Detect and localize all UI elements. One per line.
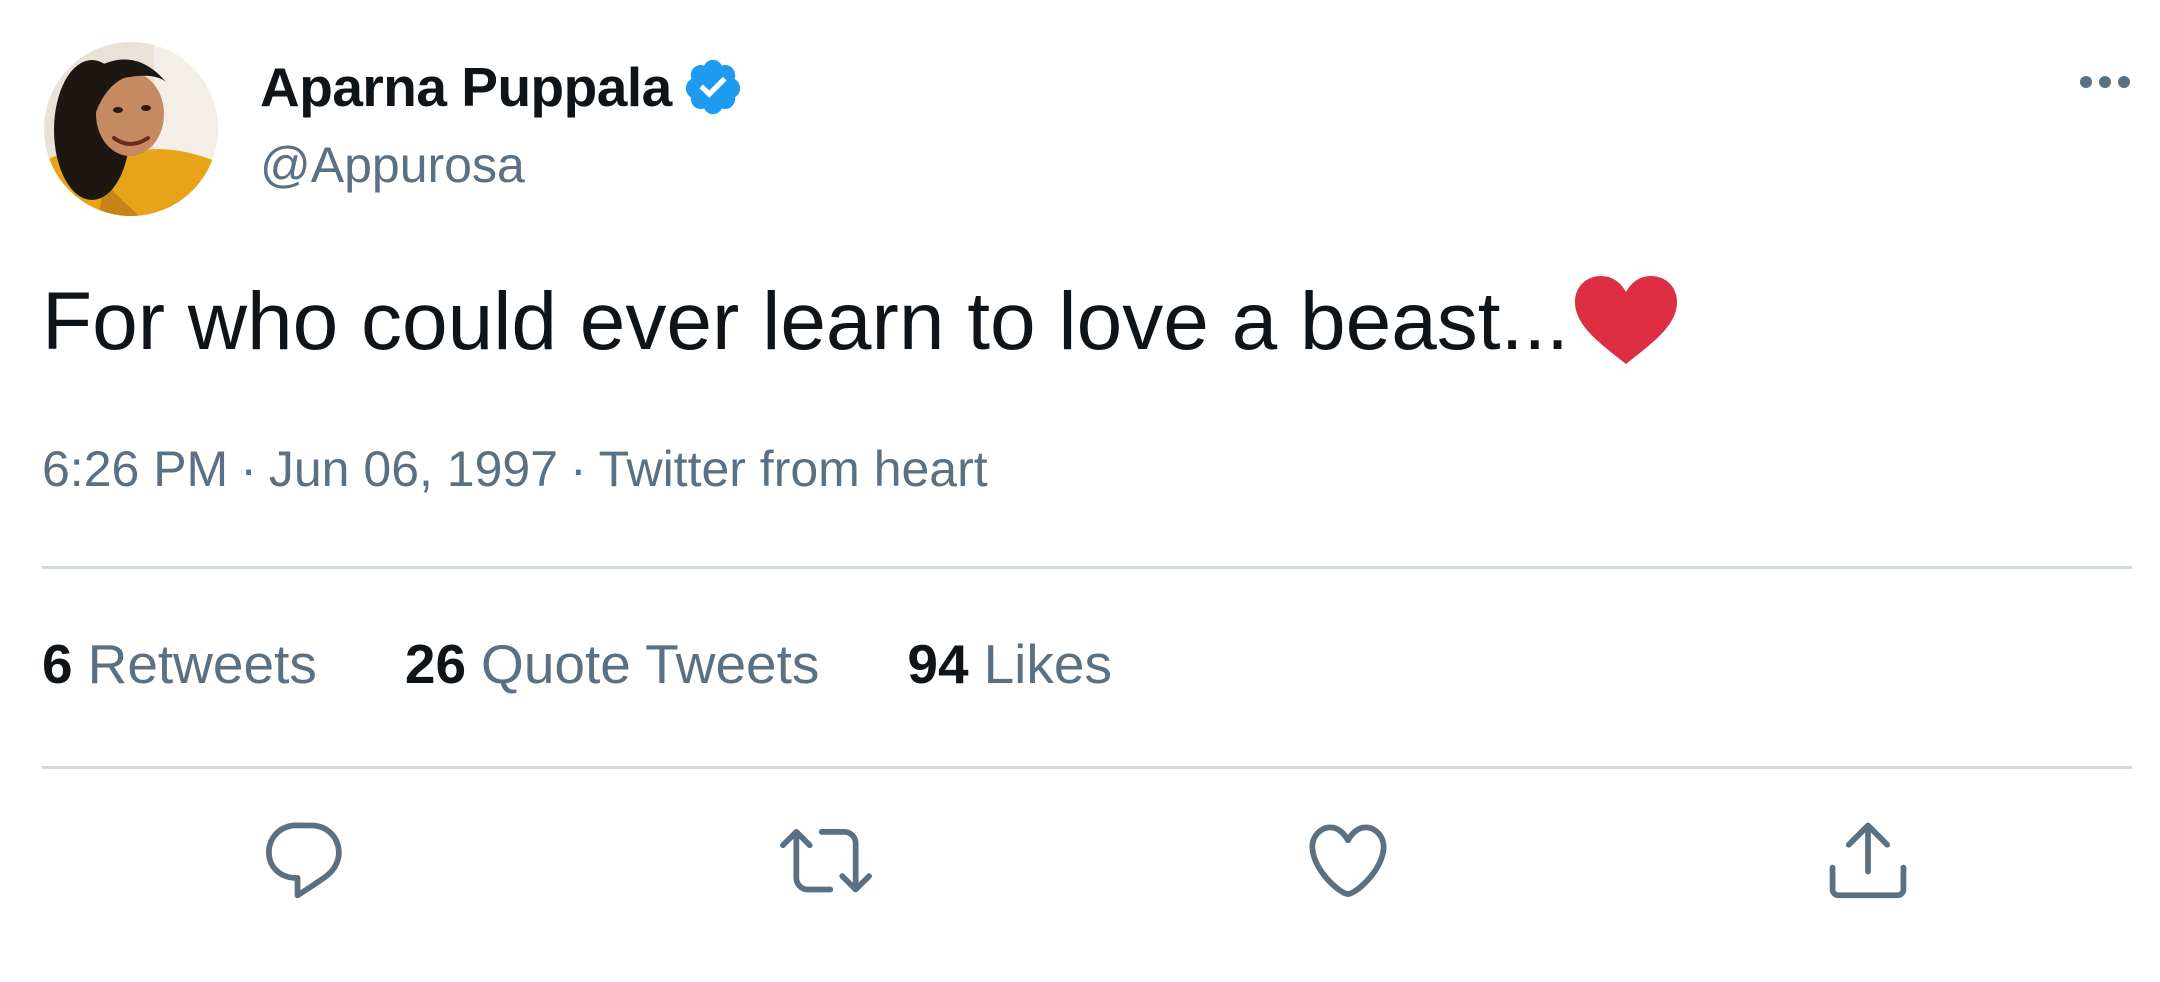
quote-tweets-label: Quote Tweets: [481, 633, 820, 695]
avatar-photo: [44, 42, 218, 216]
author-display-name[interactable]: Aparna Puppala: [260, 55, 672, 119]
share-icon: [1829, 822, 1907, 899]
tweet-time[interactable]: 6:26 PM: [42, 440, 228, 498]
red-heart-emoji-icon: [1574, 276, 1677, 364]
likes-stat[interactable]: 94 Likes: [907, 632, 1112, 696]
quote-tweets-count: 26: [404, 633, 467, 695]
quote-tweets-stat[interactable]: 26 Quote Tweets: [405, 632, 820, 696]
author-name-row[interactable]: Aparna Puppala: [260, 52, 744, 122]
share-button[interactable]: [1820, 812, 1916, 908]
like-button[interactable]: [1300, 812, 1396, 908]
author-handle[interactable]: @Appurosa: [260, 136, 525, 194]
verified-badge-icon: [685, 59, 740, 115]
tweet-detail: Aparna Puppala @Appurosa For who could e…: [0, 0, 2160, 982]
likes-label: Likes: [983, 633, 1112, 695]
meta-separator: ·: [240, 441, 257, 497]
retweet-button[interactable]: [778, 812, 874, 908]
retweets-stat[interactable]: 6 Retweets: [42, 632, 317, 696]
heart-icon: [1309, 824, 1387, 897]
meta-separator: ·: [570, 441, 587, 497]
tweet-meta: 6:26 PM · Jun 06, 1997 · Twitter from he…: [42, 440, 988, 498]
retweet-icon: [780, 828, 872, 893]
more-dot: [2080, 76, 2092, 88]
tweet-source[interactable]: Twitter from heart: [599, 440, 988, 498]
retweets-count: 6: [42, 633, 73, 695]
more-dot: [2118, 76, 2130, 88]
more-dot: [2099, 76, 2111, 88]
tweet-text-content: For who could ever learn to love a beast…: [42, 276, 1569, 367]
divider: [42, 766, 2132, 769]
retweets-label: Retweets: [87, 633, 317, 695]
tweet-text: For who could ever learn to love a beast…: [42, 272, 1681, 372]
likes-count: 94: [907, 633, 969, 695]
tweet-date[interactable]: Jun 06, 1997: [269, 440, 558, 498]
divider: [42, 566, 2132, 569]
reply-button[interactable]: [256, 812, 352, 908]
more-options-icon[interactable]: [2050, 52, 2160, 112]
tweet-stats: 6 Retweets 26 Quote Tweets 94 Likes: [42, 632, 1200, 696]
avatar[interactable]: [44, 42, 218, 216]
reply-icon: [266, 822, 342, 899]
